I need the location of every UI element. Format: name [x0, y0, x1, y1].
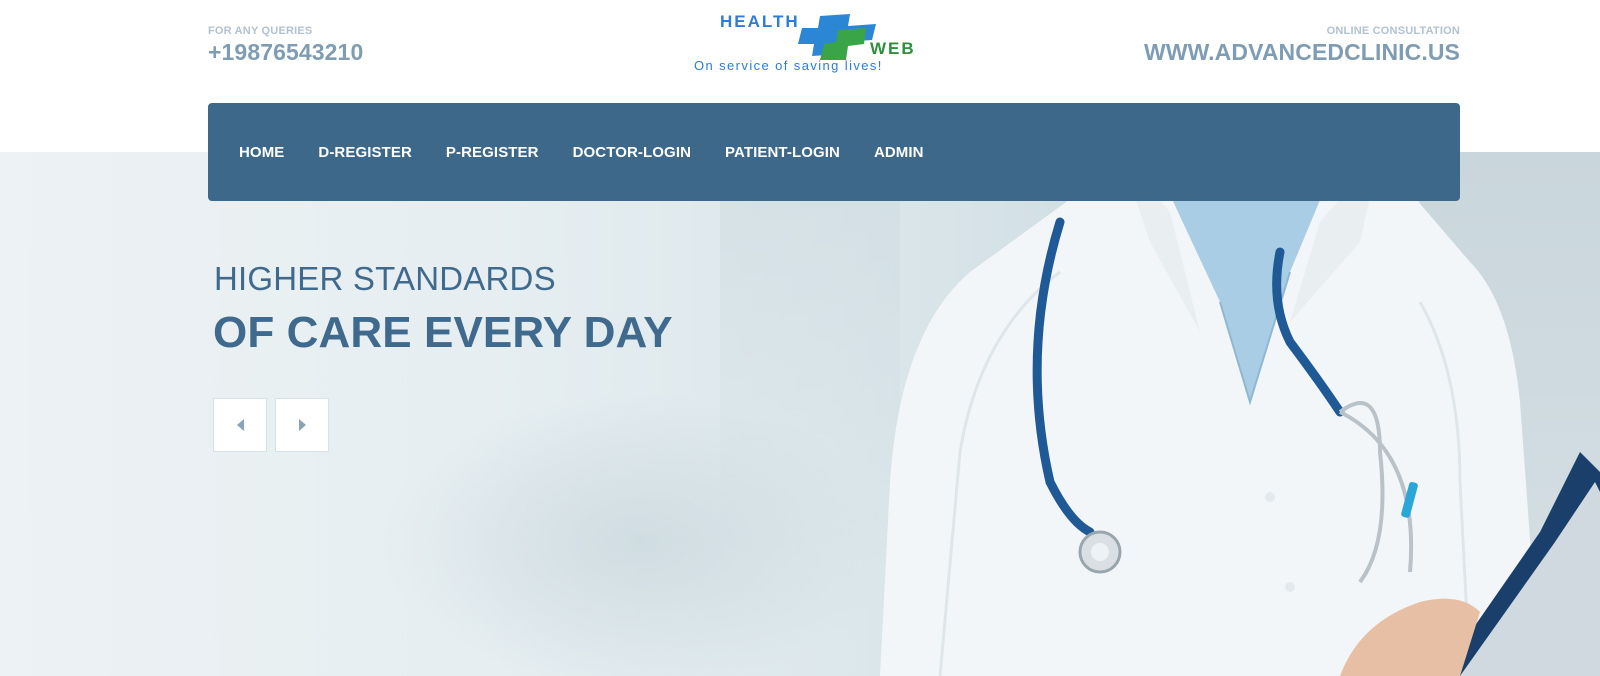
- contact-queries: FOR ANY QUERIES +19876543210: [208, 25, 363, 66]
- website-link[interactable]: WWW.ADVANCEDCLINIC.US: [1144, 39, 1460, 66]
- nav-admin[interactable]: ADMIN: [874, 144, 924, 161]
- main-navigation: HOME D-REGISTER P-REGISTER DOCTOR-LOGIN …: [208, 103, 1460, 201]
- site-logo[interactable]: HEALTH WEB On service of saving lives!: [690, 8, 980, 78]
- nav-d-register[interactable]: D-REGISTER: [318, 144, 412, 161]
- slider-prev-button[interactable]: [213, 398, 267, 452]
- caret-left-icon: [236, 419, 244, 431]
- hero-banner: HIGHER STANDARDS OF CARE EVERY DAY: [0, 152, 1600, 676]
- hero-headline-line-2: OF CARE EVERY DAY: [213, 308, 673, 357]
- nav-patient-login[interactable]: PATIENT-LOGIN: [725, 144, 840, 161]
- nav-home[interactable]: HOME: [239, 144, 284, 161]
- caret-right-icon: [298, 419, 306, 431]
- logo-tagline: On service of saving lives!: [694, 58, 883, 73]
- slider-next-button[interactable]: [275, 398, 329, 452]
- hero-headline-line-1: HIGHER STANDARDS: [214, 260, 556, 297]
- logo-word-health: HEALTH: [720, 12, 800, 31]
- phone-number[interactable]: +19876543210: [208, 39, 363, 66]
- queries-label: FOR ANY QUERIES: [208, 25, 313, 37]
- page: HIGHER STANDARDS OF CARE EVERY DAY FOR A…: [0, 0, 1600, 676]
- nav-p-register[interactable]: P-REGISTER: [446, 144, 539, 161]
- consultation-label: ONLINE CONSULTATION: [1326, 25, 1460, 37]
- doctor-image: [880, 152, 1600, 676]
- nav-doctor-login[interactable]: DOCTOR-LOGIN: [573, 144, 691, 161]
- logo-word-web: WEB: [870, 39, 916, 58]
- contact-consultation: ONLINE CONSULTATION WWW.ADVANCEDCLINIC.U…: [1144, 25, 1460, 66]
